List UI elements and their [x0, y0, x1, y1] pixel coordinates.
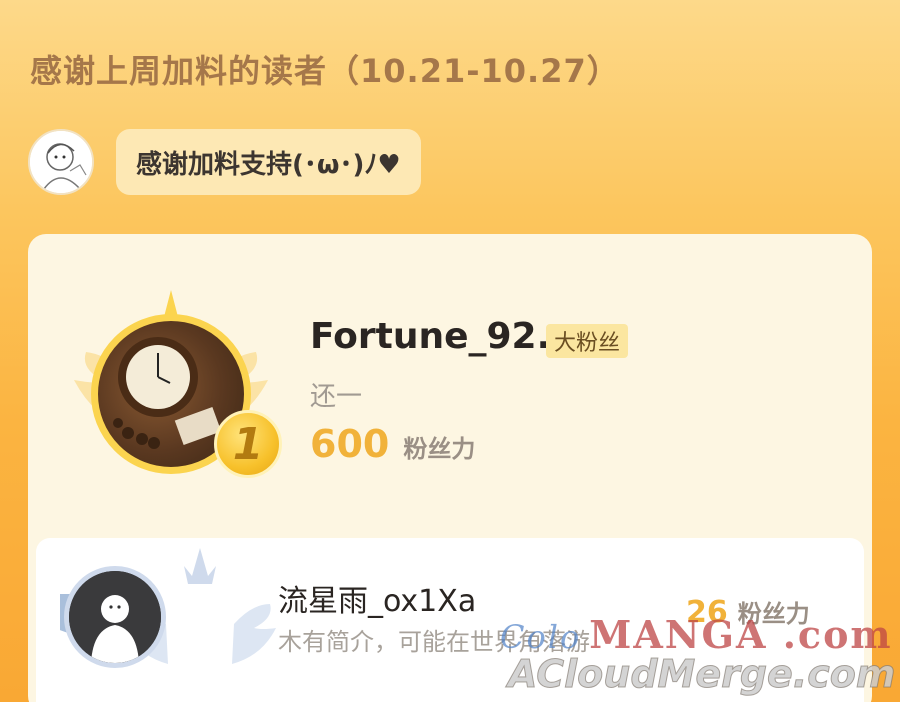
- rank1-score-value: 600: [310, 422, 390, 466]
- rank2-username[interactable]: 流星雨_ox1Xa: [278, 576, 476, 620]
- rank1-entry[interactable]: 1 Fortune_92... 大粉丝 还一 600 粉丝力: [28, 234, 872, 524]
- page-title: 感谢上周加料的读者（10.21-10.27）: [30, 52, 620, 90]
- watermark-line1: MANGA .com: [589, 612, 893, 657]
- rank1-score: 600 粉丝力: [310, 422, 475, 466]
- sketch-avatar-icon: [30, 131, 92, 193]
- watermark-acloudmerge: ACloudMerge.com: [507, 652, 896, 697]
- author-avatar[interactable]: [28, 129, 94, 195]
- default-ghost-avatar-icon: [69, 571, 161, 663]
- watermark-colamanga: Colo MANGA .com: [500, 612, 893, 657]
- fan-level-badge: 大粉丝: [546, 324, 629, 358]
- rank1-bio: 还一: [310, 382, 363, 412]
- rank1-score-unit: 粉丝力: [403, 435, 476, 463]
- rank1-medal: 1: [214, 410, 282, 478]
- author-message-bubble: 感谢加料支持(･ω･)ﾉ♥: [116, 129, 421, 195]
- rank1-username[interactable]: Fortune_92...: [310, 316, 578, 357]
- author-message-row: 感谢加料支持(･ω･)ﾉ♥: [28, 128, 421, 196]
- rank2-avatar[interactable]: [64, 566, 166, 668]
- watermark-prefix: Colo: [500, 618, 582, 656]
